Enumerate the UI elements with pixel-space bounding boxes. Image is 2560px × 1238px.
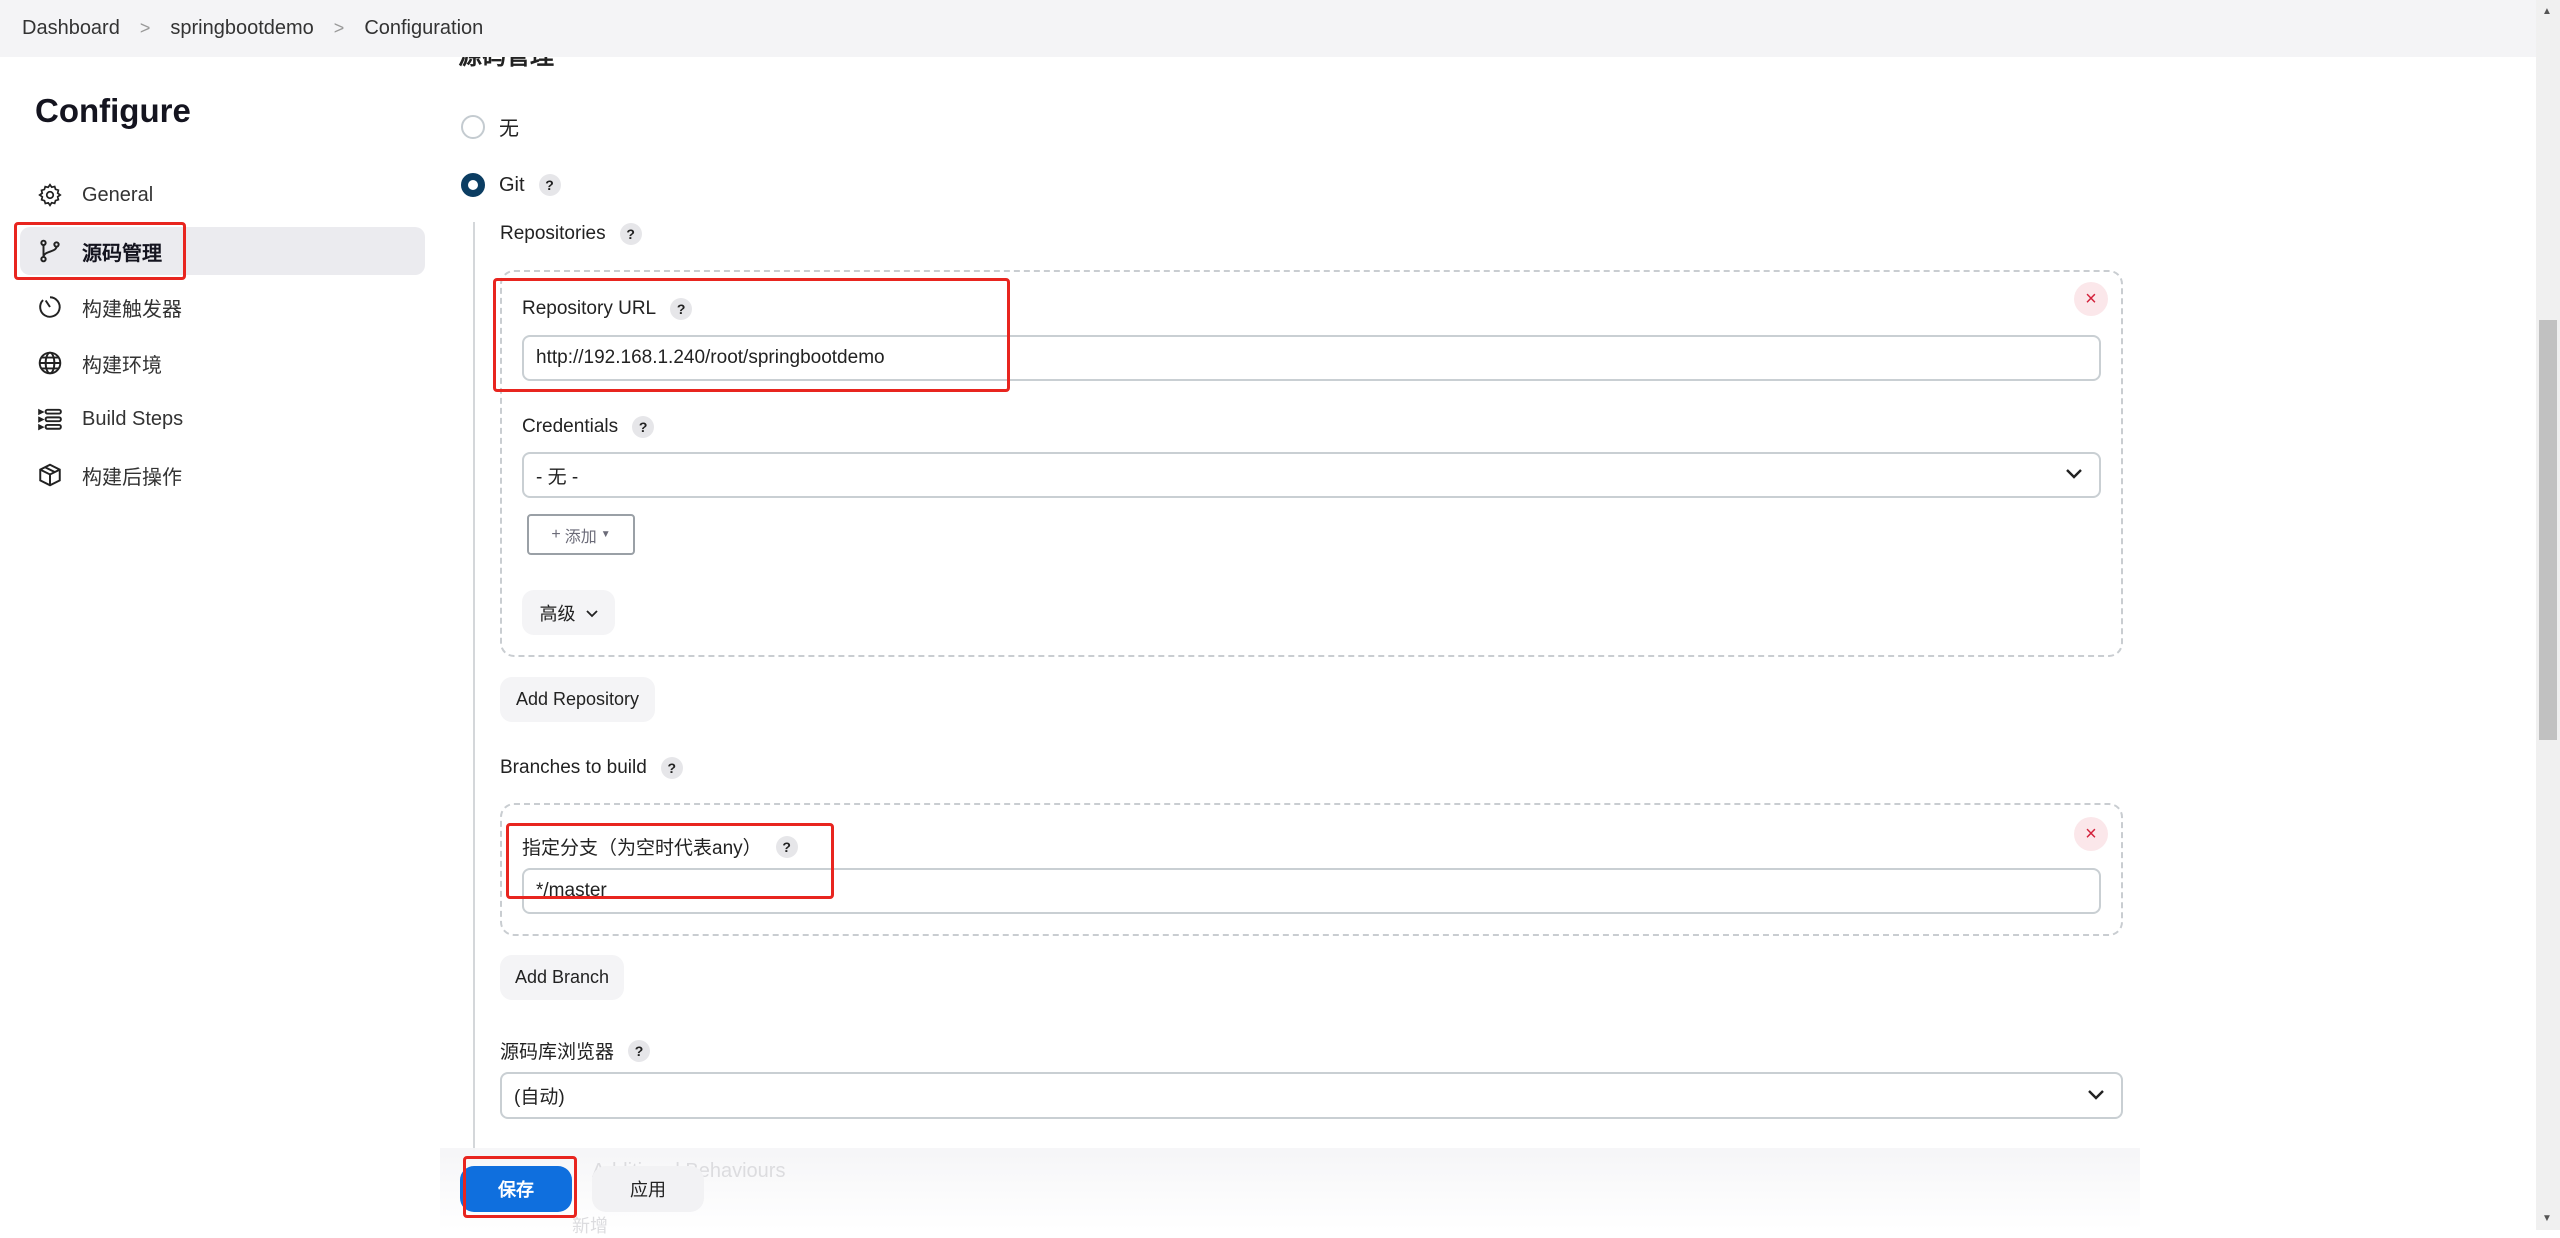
branch-specifier-label: 指定分支（为空时代表any） ? (522, 833, 798, 860)
repository-browser-value: (自动) (514, 1087, 565, 1108)
sidebar-item-label: 构建环境 (82, 354, 162, 377)
package-icon (36, 461, 64, 489)
credentials-label-text: Credentials (522, 416, 619, 437)
radio-label: Git (499, 173, 525, 196)
sidebar-item-general[interactable]: General (20, 171, 425, 219)
branch-icon (36, 237, 64, 265)
help-icon[interactable]: ? (775, 835, 798, 858)
remove-repository-button[interactable]: × (2074, 282, 2108, 316)
repository-browser-select[interactable]: (自动) (500, 1072, 2123, 1119)
repositories-label-text: Repositories (500, 223, 606, 244)
list-icon (36, 405, 64, 433)
add-branch-button[interactable]: Add Branch (500, 955, 624, 1000)
credentials-select[interactable]: - 无 - (522, 452, 2101, 498)
sidebar-item-label: 源码管理 (82, 242, 162, 265)
branches-label-text: Branches to build (500, 757, 647, 778)
credentials-label: Credentials ? (522, 416, 655, 438)
add-credentials-button[interactable]: + 添加 ▼ (527, 514, 635, 555)
chevron-down-icon (2087, 1085, 2105, 1107)
advanced-button[interactable]: 高级 (522, 590, 615, 635)
radio-git[interactable]: Git ? (461, 173, 561, 197)
help-icon[interactable]: ? (538, 174, 561, 196)
repository-url-input[interactable]: http://192.168.1.240/root/springbootdemo (522, 335, 2101, 381)
add-behaviour-label: 新增 (572, 1216, 608, 1236)
clock-icon (36, 293, 64, 321)
breadcrumb-dashboard[interactable]: Dashboard (22, 17, 120, 40)
advanced-label: 高级 (539, 603, 576, 624)
repository-browser-label-text: 源码库浏览器 (500, 1042, 615, 1063)
chevron-down-icon (585, 602, 598, 623)
repository-browser-label: 源码库浏览器 ? (500, 1037, 651, 1064)
help-icon[interactable]: ? (632, 416, 655, 438)
radio-button[interactable] (461, 173, 485, 197)
branches-label: Branches to build ? (500, 757, 683, 779)
breadcrumb-bar: Dashboard > springbootdemo > Configurati… (0, 0, 2536, 57)
add-repository-button[interactable]: Add Repository (500, 677, 655, 722)
git-section-divider (473, 222, 475, 1152)
scroll-down-icon[interactable]: ▼ (2542, 1213, 2552, 1224)
help-icon[interactable]: ? (619, 223, 642, 245)
add-credentials-label: 添加 (564, 528, 597, 546)
help-icon[interactable]: ? (660, 757, 683, 779)
credentials-select-value: - 无 - (536, 466, 579, 488)
repository-url-label-text: Repository URL (522, 298, 657, 319)
save-button[interactable]: 保存 (460, 1166, 572, 1212)
repositories-label: Repositories ? (500, 223, 642, 245)
sidebar-item-label: 构建后操作 (82, 466, 182, 489)
remove-branch-button[interactable]: × (2074, 817, 2108, 851)
branch-specifier-label-text: 指定分支（为空时代表any） (522, 838, 762, 859)
scrollbar-thumb[interactable] (2539, 320, 2557, 740)
sidebar-item-build-environment[interactable]: 构建环境 (20, 339, 425, 387)
radio-label: 无 (499, 118, 519, 140)
plus-icon: + (551, 525, 561, 543)
apply-button[interactable]: 应用 (592, 1166, 704, 1212)
sidebar-item-scm[interactable]: 源码管理 (20, 227, 425, 275)
scroll-up-icon[interactable]: ▲ (2542, 6, 2552, 17)
sidebar-item-build-steps[interactable]: Build Steps (20, 395, 425, 443)
help-icon[interactable]: ? (670, 298, 693, 320)
gear-icon (36, 181, 64, 209)
breadcrumb-configuration[interactable]: Configuration (364, 17, 483, 40)
repository-url-label: Repository URL ? (522, 298, 693, 320)
sidebar-item-post-build[interactable]: 构建后操作 (20, 451, 425, 499)
caret-down-icon: ▼ (600, 529, 611, 540)
globe-icon (36, 349, 64, 377)
radio-button[interactable] (461, 114, 485, 139)
help-icon[interactable]: ? (628, 1039, 651, 1062)
breadcrumb-project[interactable]: springbootdemo (170, 17, 313, 40)
sidebar-item-build-triggers[interactable]: 构建触发器 (20, 283, 425, 331)
sidebar-item-label: General (82, 183, 154, 206)
sidebar-item-label: 构建触发器 (82, 298, 182, 321)
page-title: Configure (35, 92, 191, 129)
chevron-down-icon (2065, 464, 2083, 486)
radio-none[interactable]: 无 (461, 112, 519, 141)
sidebar-item-label: Build Steps (82, 407, 184, 430)
breadcrumb-separator: > (139, 18, 151, 38)
breadcrumb: Dashboard > springbootdemo > Configurati… (22, 17, 483, 40)
breadcrumb-separator: > (333, 18, 345, 38)
branch-specifier-input[interactable]: */master (522, 868, 2101, 914)
